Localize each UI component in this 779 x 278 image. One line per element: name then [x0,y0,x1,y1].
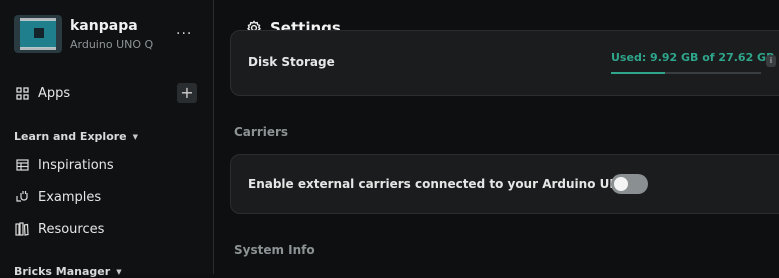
device-model: Arduino UNO Q [70,37,154,51]
toggle-knob [614,177,628,191]
disk-storage-label: Disk Storage [248,55,335,69]
sidebar-item-label: Inspirations [38,157,114,173]
info-badge[interactable]: i [766,55,776,67]
books-icon [14,221,30,237]
sidebar-item-examples[interactable]: Examples [14,186,101,208]
section-learn-explore[interactable]: Learn and Explore ▼ [14,130,138,143]
storage-progress-bar [611,72,761,74]
caret-down-icon: ▼ [116,267,122,276]
board-image [14,15,62,53]
sidebar-item-apps[interactable]: Apps [14,82,70,104]
sidebar-item-resources[interactable]: Resources [14,218,104,240]
carriers-toggle[interactable] [611,174,648,194]
section-title-label: Learn and Explore [14,130,127,143]
sidebar-item-inspirations[interactable]: Inspirations [14,154,114,176]
caret-down-icon: ▼ [132,132,139,141]
carriers-heading: Carriers [234,125,289,139]
system-info-heading: System Info [234,243,315,257]
sidebar-item-label: Examples [38,189,102,205]
device-name: kanpapa [70,17,138,34]
disk-storage-card: Disk Storage Used: 9.92 GB of 27.62 GB i [230,30,779,96]
carriers-card: Enable external carriers connected to yo… [230,154,779,214]
sidebar: kanpapa Arduino UNO Q ··· Apps + Learn a… [0,0,214,278]
table-icon [14,157,30,173]
sidebar-item-label: Apps [38,85,71,101]
more-options-icon[interactable]: ··· [176,26,192,42]
section-bricks-manager[interactable]: Bricks Manager ▼ [14,265,122,278]
add-app-button[interactable]: + [177,83,197,103]
apps-grid-icon [14,85,30,101]
section-title-label: Bricks Manager [14,265,111,278]
plug-icon [14,189,30,205]
storage-progress-fill [611,72,665,74]
carriers-toggle-label: Enable external carriers connected to yo… [248,177,644,191]
storage-used-text: Used: 9.92 GB of 27.62 GB [611,51,775,64]
sidebar-item-label: Resources [38,221,105,237]
